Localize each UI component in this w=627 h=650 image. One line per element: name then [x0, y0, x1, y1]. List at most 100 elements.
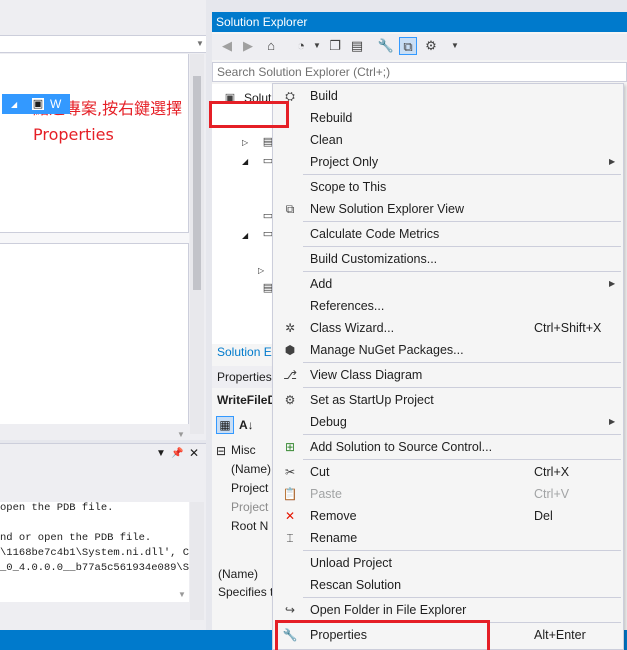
show-all-files-icon[interactable]: ▤ [348, 37, 366, 55]
menu-item-debug[interactable]: Debug ▶ [273, 411, 623, 433]
scroll-down-icon[interactable]: ▼ [177, 430, 185, 439]
expand-arrow-icon[interactable]: ▷ [258, 266, 264, 275]
pin-icon[interactable]: 📌 [171, 448, 183, 459]
wrench-icon[interactable]: 🔧 [377, 37, 395, 55]
navigation-bar[interactable] [0, 35, 206, 53]
remove-icon: ✕ [284, 509, 296, 523]
new-view-icon: ⧉ [285, 202, 295, 216]
menu-separator [303, 387, 621, 388]
menu-item-project-only[interactable]: Project Only ▶ [273, 151, 623, 173]
property-root-namespace[interactable]: Root N [231, 519, 268, 533]
description-text: Specifies t [218, 585, 274, 599]
chevron-down-icon[interactable]: ▼ [308, 37, 326, 55]
forward-icon[interactable]: ▶ [239, 37, 257, 55]
output-header: ▼ 📌 ✕ [0, 444, 206, 464]
menu-separator [303, 434, 621, 435]
expand-arrow-icon[interactable]: ▷ [242, 138, 248, 147]
editor-vertical-scrollbar[interactable] [190, 54, 204, 434]
menu-item-cut[interactable]: ✂ Cut Ctrl+X [273, 461, 623, 483]
collapse-arrow-icon[interactable]: ◢ [11, 100, 17, 109]
chevron-down-icon[interactable]: ▼ [446, 37, 464, 55]
collapse-arrow-icon[interactable]: ◢ [242, 231, 248, 240]
property-project-file[interactable]: Project [231, 481, 268, 495]
menu-separator [303, 550, 621, 551]
close-icon[interactable]: ✕ [189, 446, 199, 460]
open-folder-icon: ↪ [284, 603, 296, 617]
menu-item-unload-project[interactable]: Unload Project [273, 552, 623, 574]
output-vertical-scrollbar[interactable] [190, 502, 204, 620]
menu-item-calculate-code-metrics[interactable]: Calculate Code Metrics [273, 223, 623, 245]
alphabetical-icon[interactable]: A↓ [239, 418, 254, 432]
collapse-arrow-icon[interactable]: ◢ [242, 157, 248, 166]
menu-item-build-customizations[interactable]: Build Customizations... [273, 248, 623, 270]
output-line: _0_4.0.0.0__b77a5c561934e089\Sy [0, 562, 189, 574]
collapse-all-icon[interactable]: ❐ [326, 37, 344, 55]
submenu-arrow-icon: ▶ [609, 417, 616, 426]
output-panel: ▼ 📌 ✕ open the PDB file. nd or open the … [0, 443, 206, 631]
menu-separator [303, 221, 621, 222]
submenu-arrow-icon: ▶ [609, 157, 616, 166]
categorized-icon[interactable]: ▦ [216, 416, 234, 434]
class-view-icon[interactable]: ⚙ [422, 37, 440, 55]
menu-item-rename[interactable]: ⌶ Rename [273, 527, 623, 549]
tab-solution-explorer[interactable]: Solution E [217, 345, 272, 359]
scrollbar-thumb[interactable] [193, 76, 201, 290]
menu-item-class-wizard[interactable]: ✲ Class Wizard... Ctrl+Shift+X [273, 317, 623, 339]
output-line: nd or open the PDB file. [0, 532, 152, 544]
menu-item-rescan-solution[interactable]: Rescan Solution [273, 574, 623, 596]
menu-item-add-to-source-control[interactable]: ⊞ Add Solution to Source Control... [273, 436, 623, 458]
editor-divider [0, 232, 189, 244]
menu-item-new-solution-explorer-view[interactable]: ⧉ New Solution Explorer View [273, 198, 623, 220]
class-diagram-icon: ⎇ [283, 368, 297, 382]
output-text-area[interactable]: open the PDB file. nd or open the PDB fi… [0, 502, 189, 602]
submenu-arrow-icon: ▶ [609, 279, 616, 288]
menu-item-add[interactable]: Add ▶ [273, 273, 623, 295]
context-menu: ⛭ Build Rebuild Clean Project Only ▶ Scope… [272, 83, 624, 650]
menu-item-rebuild[interactable]: Rebuild [273, 107, 623, 129]
menu-separator [303, 174, 621, 175]
preview-icon[interactable]: ⧉ [399, 37, 417, 55]
solution-explorer-title: Solution Explorer [212, 12, 627, 32]
menu-separator [303, 362, 621, 363]
menu-item-open-folder[interactable]: ↪ Open Folder in File Explorer [273, 599, 623, 621]
class-wizard-icon: ✲ [284, 321, 296, 335]
menu-item-references[interactable]: References... [273, 295, 623, 317]
nuget-icon: ⬢ [284, 343, 296, 357]
property-name[interactable]: (Name) [231, 462, 271, 476]
back-icon[interactable]: ◀ [218, 37, 236, 55]
output-line: \1168be7c4b1\System.ni.dll', Can [0, 547, 189, 559]
description-title: (Name) [218, 567, 259, 581]
menu-separator [303, 459, 621, 460]
menu-item-remove[interactable]: ✕ Remove Del [273, 505, 623, 527]
output-line: open the PDB file. [0, 502, 114, 514]
chevron-down-icon[interactable]: ▼ [196, 39, 204, 48]
menu-item-view-class-diagram[interactable]: ⎇ View Class Diagram [273, 364, 623, 386]
dropdown-arrow-icon[interactable]: ▼ [156, 448, 166, 459]
rename-icon: ⌶ [286, 531, 294, 545]
tree-item-label: W [50, 97, 62, 111]
properties-object-name: WriteFileD [217, 393, 277, 407]
search-input[interactable]: Search Solution Explorer (Ctrl+;) [212, 62, 627, 82]
home-icon[interactable]: ⌂ [262, 37, 280, 55]
scroll-down-icon[interactable]: ▼ [178, 590, 186, 599]
property-project-folder[interactable]: Project [231, 500, 268, 514]
highlight-project-box [209, 101, 289, 128]
menu-separator [303, 597, 621, 598]
tree-item-project[interactable]: ◢ ▣ W [2, 94, 70, 114]
source-control-icon: ⊞ [284, 440, 296, 454]
menu-item-set-startup[interactable]: ⚙ Set as StartUp Project [273, 389, 623, 411]
menu-item-build[interactable]: ⛭ Build [273, 85, 623, 107]
project-icon: ▣ [32, 98, 44, 110]
highlight-properties-box [275, 620, 490, 650]
menu-item-paste[interactable]: 📋 Paste Ctrl+V [273, 483, 623, 505]
menu-separator [303, 246, 621, 247]
menu-item-clean[interactable]: Clean [273, 129, 623, 151]
menu-item-scope-to-this[interactable]: Scope to This [273, 176, 623, 198]
menu-item-manage-nuget[interactable]: ⬢ Manage NuGet Packages... [273, 339, 623, 361]
solution-explorer-toolbar: ◀ ▶ ⌂ ◔ ▼ ❐ ▤ 🔧 ⧉ ⚙ ▼ [212, 34, 627, 60]
collapse-icon[interactable]: ⊟ [216, 444, 226, 458]
editor-pane: ▼ ⇕ ▼ [0, 0, 206, 440]
category-misc: Misc [231, 443, 256, 457]
scissors-icon: ✂ [284, 465, 296, 479]
menu-separator [303, 271, 621, 272]
